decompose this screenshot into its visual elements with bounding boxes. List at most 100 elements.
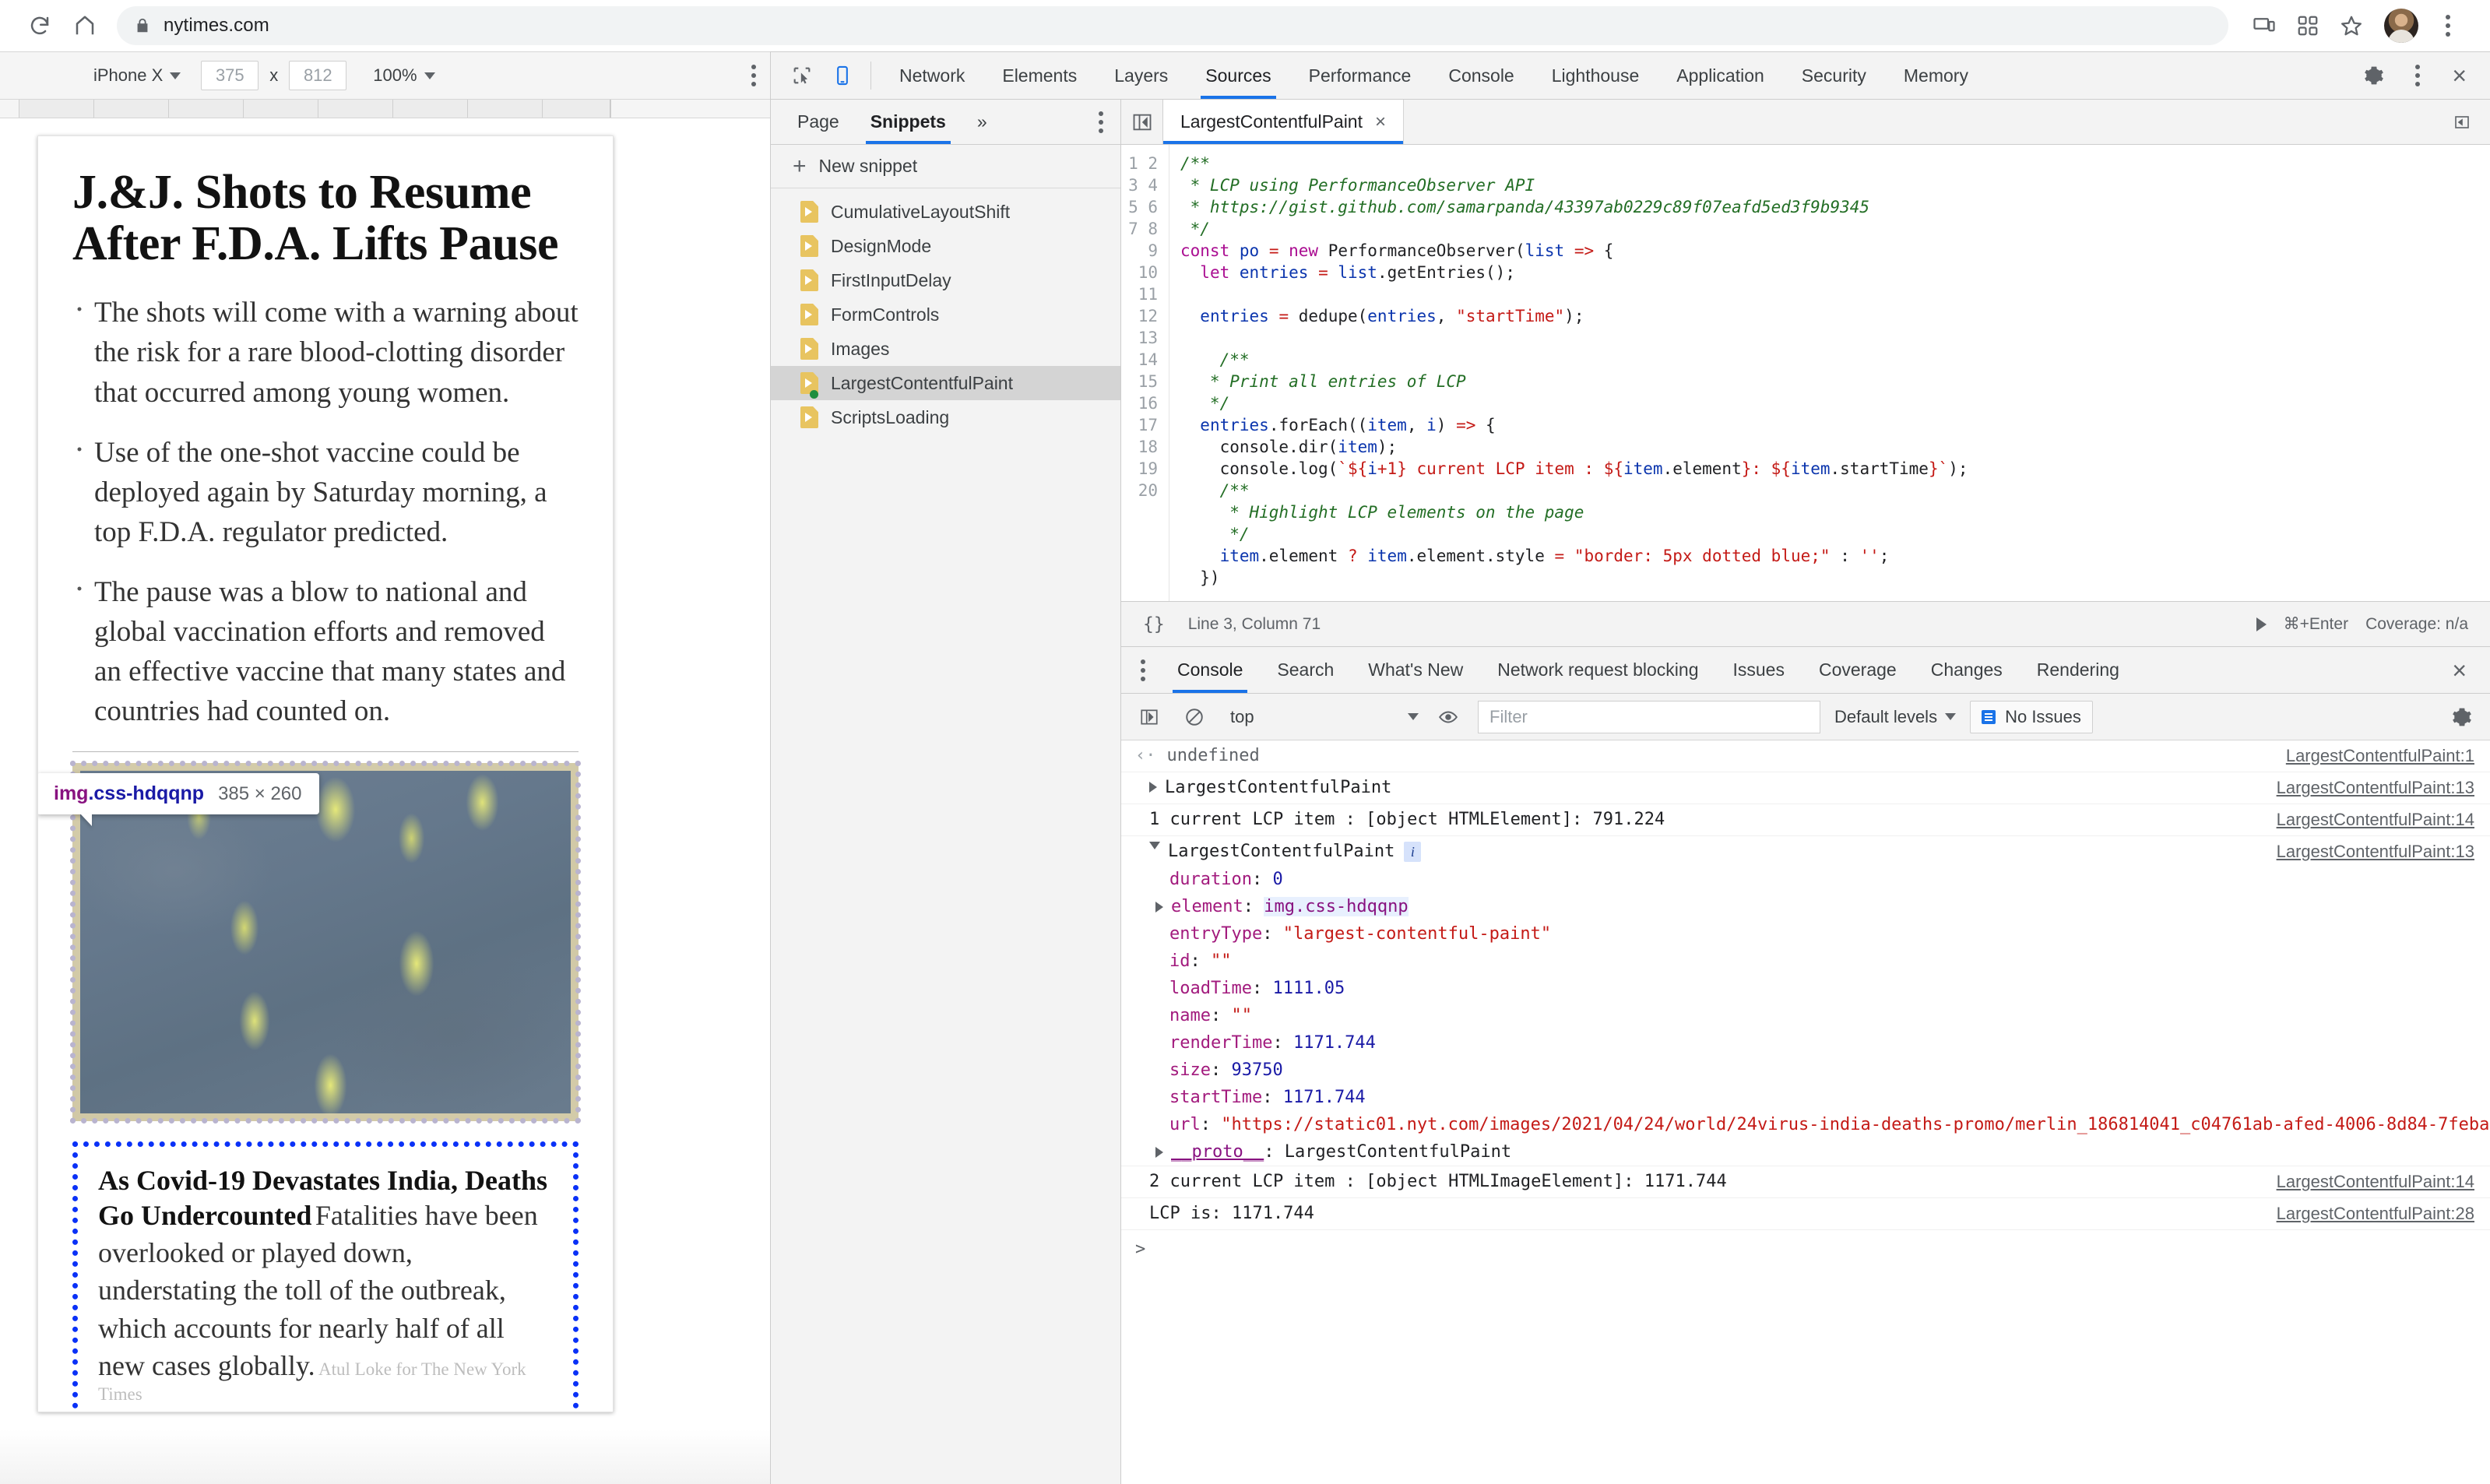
expand-arrow-icon[interactable] [1135,778,1165,797]
issues-button[interactable]: No Issues [1970,700,2093,733]
extensions-icon[interactable] [2286,4,2330,47]
expand-panel-icon[interactable] [2442,113,2482,132]
chevron-down-icon [1945,713,1957,720]
format-code-icon[interactable]: {} [1135,614,1173,635]
browser-menu-icon[interactable] [2426,4,2470,47]
console-settings-icon[interactable] [2446,702,2478,733]
navigator-tab-snippets[interactable]: Snippets [855,100,962,144]
viewport-height-input[interactable]: 812 [289,61,347,90]
console-entry-source[interactable]: LargestContentfulPaint:1 [2267,746,2474,766]
emulated-page[interactable]: J.&J. Shots to Resume After F.D.A. Lifts… [37,135,614,1412]
tab-console[interactable]: Console [1430,52,1532,99]
tab-layers[interactable]: Layers [1096,52,1187,99]
object-property-proto[interactable]: __proto__: LargestContentfulPaint [1121,1138,2490,1166]
close-icon[interactable]: × [2441,63,2478,88]
device-select[interactable]: iPhone X [93,65,181,86]
cast-icon[interactable] [2242,4,2286,47]
object-property: renderTime: 1171.744 [1169,1033,1376,1053]
snippet-running-indicator [810,390,818,399]
tab-network[interactable]: Network [881,52,983,99]
list-item[interactable]: ScriptsLoading [771,400,1120,434]
drawer-tab-network-request-blocking[interactable]: Network request blocking [1480,647,1715,693]
clear-console-icon[interactable] [1179,702,1210,733]
drawer-tab-console[interactable]: Console [1160,647,1260,693]
new-snippet-button[interactable]: + New snippet [771,145,1120,188]
drawer-tab-issues[interactable]: Issues [1715,647,1801,693]
devtools-tabbar-actions: × [2334,52,2490,99]
device-viewport[interactable]: J.&J. Shots to Resume After F.D.A. Lifts… [0,118,770,1484]
avatar[interactable] [2384,9,2418,43]
code-editor[interactable]: 1 2 3 4 5 6 7 8 9 10 11 12 13 14 15 16 1… [1121,145,2490,601]
drawer-tab-coverage[interactable]: Coverage [1802,647,1914,693]
list-item[interactable]: FormControls [771,297,1120,332]
tab-performance[interactable]: Performance [1290,52,1430,99]
zoom-select[interactable]: 100% [373,65,435,86]
expand-arrow-icon[interactable] [1155,897,1171,916]
list-item[interactable]: FirstInputDelay [771,263,1120,297]
inspect-element-icon[interactable] [782,52,822,99]
list-item[interactable]: DesignMode [771,229,1120,263]
drawer-tab-rendering[interactable]: Rendering [2020,647,2137,693]
device-toolbar-icon[interactable] [822,52,863,99]
lcp-image[interactable] [70,760,581,1124]
code-content[interactable]: /** * LCP using PerformanceObserver API … [1169,145,2490,601]
editor-tab-largestcontentfulpaint[interactable]: LargestContentfulPaint × [1163,100,1405,144]
device-more-icon[interactable] [751,65,756,86]
devtools-more-icon[interactable] [2397,65,2438,86]
navigator-overflow-icon[interactable]: » [962,100,1003,144]
tab-elements[interactable]: Elements [983,52,1096,99]
close-icon[interactable]: × [1375,111,1386,133]
tab-application[interactable]: Application [1658,52,1783,99]
list-item[interactable]: CumulativeLayoutShift [771,195,1120,229]
list-item-selected[interactable]: LargestContentfulPaint [771,366,1120,400]
info-badge-icon[interactable]: i [1404,842,1422,862]
list-item[interactable]: Images [771,332,1120,366]
list-item: Use of the one-shot vaccine could be dep… [72,428,579,552]
console-prompt[interactable]: > [1121,1230,2490,1268]
address-bar[interactable]: nytimes.com [117,6,2228,45]
property-key: startTime [1169,1088,1263,1107]
console-output[interactable]: ‹· undefined LargestContentfulPaint:1 La… [1121,740,2490,1484]
collapse-sidebar-icon[interactable] [1121,100,1163,144]
snippet-label: FormControls [831,304,940,325]
tab-lighthouse[interactable]: Lighthouse [1533,52,1658,99]
live-expression-icon[interactable] [1433,702,1464,733]
property-key: size [1169,1060,1211,1080]
console-entry-source[interactable]: LargestContentfulPaint:13 [2258,778,2474,798]
console-filter-input[interactable]: Filter [1478,700,1820,733]
object-property-element[interactable]: element: img.css-hdqqnp [1121,893,2490,920]
navigator-more-icon[interactable] [1099,100,1120,144]
console-entry-source[interactable]: LargestContentfulPaint:14 [2258,810,2474,830]
editor-status-bar: {} Line 3, Column 71 ⌘+Enter Coverage: n… [1121,601,2490,646]
expand-arrow-icon[interactable] [1155,1142,1171,1162]
drawer-tab-whats-new[interactable]: What's New [1351,647,1480,693]
star-icon[interactable] [2330,4,2373,47]
console-entry-source[interactable]: LargestContentfulPaint:13 [2258,842,2474,862]
navigator-tab-page[interactable]: Page [782,100,855,144]
log-level-select[interactable]: Default levels [1834,707,1957,727]
home-icon[interactable] [62,3,107,48]
execution-context-select[interactable]: top [1224,707,1419,727]
collapse-arrow-icon[interactable] [1135,842,1168,849]
console-entry-source[interactable]: LargestContentfulPaint:28 [2258,1204,2474,1224]
tab-sources[interactable]: Sources [1187,52,1289,99]
tab-memory[interactable]: Memory [1885,52,1987,99]
console-entry-object[interactable]: LargestContentfulPaint LargestContentful… [1121,772,2490,804]
result-arrow-icon: ‹· [1135,746,1156,765]
drawer-more-icon[interactable] [1126,647,1160,693]
console-entry-source[interactable]: LargestContentfulPaint:14 [2258,1172,2474,1192]
list-item: The pause was a blow to national and glo… [72,568,579,731]
run-snippet-icon[interactable] [2256,617,2267,631]
tab-security[interactable]: Security [1783,52,1885,99]
property-value: 1171.744 [1282,1088,1366,1107]
drawer-tab-changes[interactable]: Changes [1914,647,2020,693]
viewport-width-input[interactable]: 375 [201,61,259,90]
highlighted-story-block[interactable]: As Covid-19 Devastates India, Deaths Go … [72,1141,579,1412]
gear-icon[interactable] [2354,65,2394,86]
drawer-tab-search[interactable]: Search [1260,647,1351,693]
property-value[interactable]: img.css-hdqqnp [1264,897,1409,916]
close-icon[interactable]: × [2441,658,2478,683]
console-entry-object-expanded[interactable]: LargestContentfulPaint i LargestContentf… [1121,836,2490,866]
console-sidebar-icon[interactable] [1134,702,1165,733]
reload-icon[interactable] [17,3,62,48]
